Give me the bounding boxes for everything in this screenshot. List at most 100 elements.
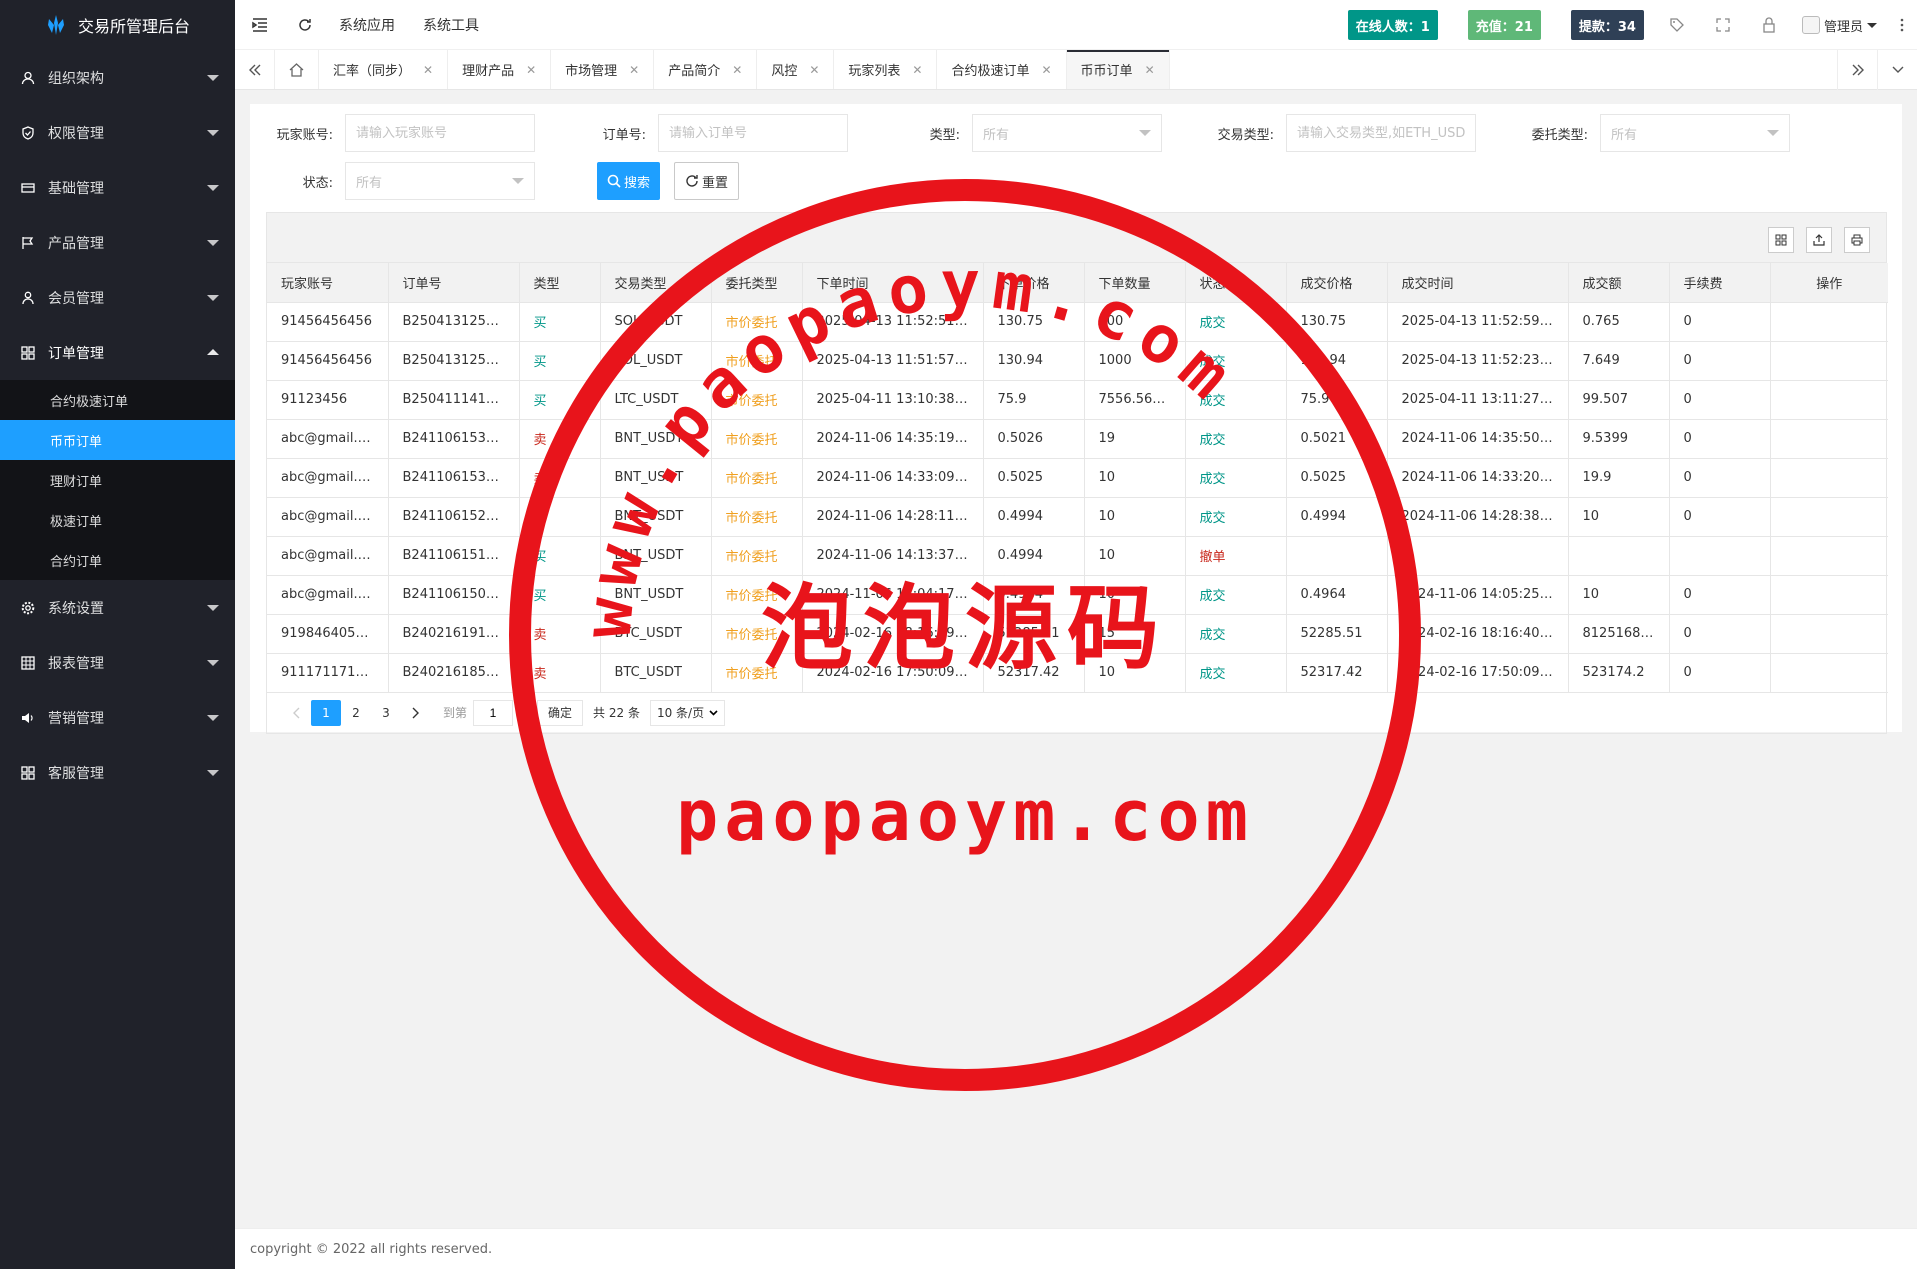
tag-button[interactable] — [1654, 0, 1700, 50]
sidebar-subitem-3[interactable]: 极速订单 — [0, 500, 235, 540]
sidebar-item-5[interactable]: 订单管理 — [0, 325, 235, 380]
user-menu[interactable]: 管理员 — [1792, 0, 1887, 50]
tab-label: 汇率（同步） — [333, 64, 412, 79]
refresh-button[interactable] — [285, 0, 325, 50]
table-row[interactable]: 91456456456 B250413125… 买 SOL_USDT 市价委托 2025-… — [267, 341, 1888, 381]
fullscreen-button[interactable] — [1700, 0, 1746, 50]
lock-button[interactable] — [1746, 0, 1792, 50]
close-icon[interactable]: ✕ — [1041, 63, 1051, 77]
sidebar-item-4[interactable]: 会员管理 — [0, 270, 235, 325]
sidebar-item-1[interactable]: 权限管理 — [0, 105, 235, 160]
trade-type-input[interactable] — [1286, 114, 1476, 152]
table-cell-actions — [1770, 497, 1888, 537]
close-icon[interactable]: ✕ — [732, 63, 742, 77]
close-icon[interactable]: ✕ — [629, 63, 639, 77]
column-filter-button[interactable] — [1768, 227, 1794, 253]
sidebar-item-8[interactable]: 营销管理 — [0, 690, 235, 745]
tab-7[interactable]: 币币订单 ✕ — [1066, 50, 1170, 89]
prev-page-button[interactable] — [281, 700, 311, 726]
table-cell: 成交 — [1185, 614, 1287, 654]
table-cell: BNT_USDT — [600, 497, 712, 537]
avatar — [1801, 16, 1820, 34]
tab-0[interactable]: 汇率（同步） ✕ — [319, 50, 449, 89]
table-row[interactable]: 911171171171 B240216185… 卖 BTC_USDT 市价委托 2024… — [267, 653, 1888, 693]
player-account-input[interactable] — [345, 114, 535, 152]
menu-system-tools[interactable]: 系统工具 — [409, 0, 493, 50]
apps-icon — [20, 765, 36, 781]
page-number-button[interactable]: 2 — [341, 700, 371, 726]
table-row[interactable]: abc@gmail.… B241106152… 买 BNT_USDT 市价委托 2024-… — [267, 497, 1888, 537]
entrust-type-label: 委托类型: — [1531, 127, 1588, 143]
table-row[interactable]: 91123456 B2504111410… 买 LTC_USDT 市价委托 2025-04… — [267, 380, 1888, 420]
more-button[interactable] — [1887, 0, 1917, 50]
refresh-icon — [299, 18, 311, 31]
tabs-scroll-right-button[interactable] — [1837, 50, 1877, 90]
sidebar-item-0[interactable]: 组织架构 — [0, 50, 235, 105]
table-cell: BNT_USDT — [600, 575, 712, 615]
close-icon[interactable]: ✕ — [912, 63, 922, 77]
page-number-button[interactable]: 1 — [311, 699, 341, 726]
tabs-scroll-left-button[interactable] — [235, 50, 275, 89]
sidebar-item-6[interactable]: 系统设置 — [0, 580, 235, 635]
table-row[interactable]: abc@gmail.… B241106151… 买 BNT_USDT 市价委托 2024-… — [267, 536, 1888, 576]
table-cell: abc@gmail.… — [267, 575, 389, 615]
table-row[interactable]: abc@gmail.… B241106150… 买 BNT_USDT 市价委托 2024-… — [267, 575, 1888, 615]
sidebar-item-2[interactable]: 基础管理 — [0, 160, 235, 215]
table-cell: 911171171171 — [267, 653, 389, 693]
sidebar-subitem-4[interactable]: 合约订单 — [0, 540, 235, 580]
table-cell: 75.9 — [983, 380, 1085, 420]
tab-4[interactable]: 风控 ✕ — [757, 50, 835, 89]
print-button[interactable] — [1844, 227, 1870, 253]
sidebar-item-3[interactable]: 产品管理 — [0, 215, 235, 270]
entrust-type-select[interactable]: 所有 — [1600, 114, 1790, 152]
close-icon[interactable]: ✕ — [809, 63, 819, 77]
next-page-button[interactable] — [401, 700, 431, 726]
content-card: 玩家账号: 订单号: 类型: 所有 交易类型: 委托类型: 所有 状态: 所有 … — [250, 104, 1902, 734]
table-row[interactable]: abc@gmail.… B241106153… 卖 BNT_USDT 市价委托 2024-… — [267, 458, 1888, 498]
table-cell — [1286, 536, 1388, 576]
chevron-up-icon — [207, 349, 219, 355]
table-cell: 0.4994 — [983, 536, 1085, 576]
column-header: 订单号 — [388, 263, 520, 303]
column-header: 交易类型 — [600, 263, 712, 303]
search-button[interactable]: 搜索 — [597, 162, 661, 200]
table-cell: B240216191… — [388, 614, 520, 654]
table-row[interactable]: abc@gmail.… B241106153… 卖 BNT_USDT 市价委托 2024-… — [267, 419, 1888, 459]
table-row[interactable]: 919846405… B240216191… 卖 BTC_USDT 市价委托 2024-0… — [267, 614, 1888, 654]
status-select[interactable]: 所有 — [345, 162, 535, 200]
tab-3[interactable]: 产品简介 ✕ — [654, 50, 758, 89]
reset-button[interactable]: 重置 — [674, 162, 740, 200]
menu-system-apps[interactable]: 系统应用 — [325, 0, 409, 50]
page-size-value: 10 条/页 — [656, 706, 705, 720]
page-size-select[interactable]: 10 条/页 — [649, 699, 726, 726]
table-cell: 市价委托 — [711, 575, 803, 615]
close-icon[interactable]: ✕ — [526, 63, 536, 77]
goto-page-input[interactable] — [473, 699, 514, 726]
tab-6[interactable]: 合约极速订单 ✕ — [937, 50, 1067, 89]
sidebar-item-7[interactable]: 报表管理 — [0, 635, 235, 690]
type-select[interactable]: 所有 — [972, 114, 1162, 152]
table-cell: 市价委托 — [711, 380, 803, 420]
reset-button-label: 重置 — [702, 175, 729, 191]
sidebar-item-label: 营销管理 — [48, 710, 104, 727]
export-button[interactable] — [1806, 227, 1832, 253]
tab-2[interactable]: 市场管理 ✕ — [551, 50, 655, 89]
goto-confirm-button[interactable]: 确定 — [537, 699, 584, 726]
close-icon[interactable]: ✕ — [423, 63, 433, 77]
tab-1[interactable]: 理财产品 ✕ — [448, 50, 552, 89]
tab-home[interactable] — [275, 50, 319, 89]
order-number-input[interactable] — [658, 114, 848, 152]
page-number-button[interactable]: 3 — [371, 700, 401, 726]
sidebar-subitem-0[interactable]: 合约极速订单 — [0, 380, 235, 420]
table-cell: 2024-02-16 18:16:19.… — [802, 614, 984, 654]
logo-icon — [48, 15, 64, 35]
menu-toggle-button[interactable] — [235, 0, 285, 50]
sidebar-subitem-2[interactable]: 理财订单 — [0, 460, 235, 500]
sidebar-item-9[interactable]: 客服管理 — [0, 745, 235, 800]
tab-5[interactable]: 玩家列表 ✕ — [834, 50, 938, 89]
close-icon[interactable]: ✕ — [1145, 63, 1155, 77]
tabs-menu-button[interactable] — [1877, 50, 1917, 90]
sidebar-subitem-1[interactable]: 币币订单 — [0, 420, 235, 460]
table-row[interactable]: 91456456456 B250413125… 买 SOL_USDT 市价委托 2025-… — [267, 302, 1888, 342]
app-logo[interactable]: 交易所管理后台 — [0, 0, 235, 50]
